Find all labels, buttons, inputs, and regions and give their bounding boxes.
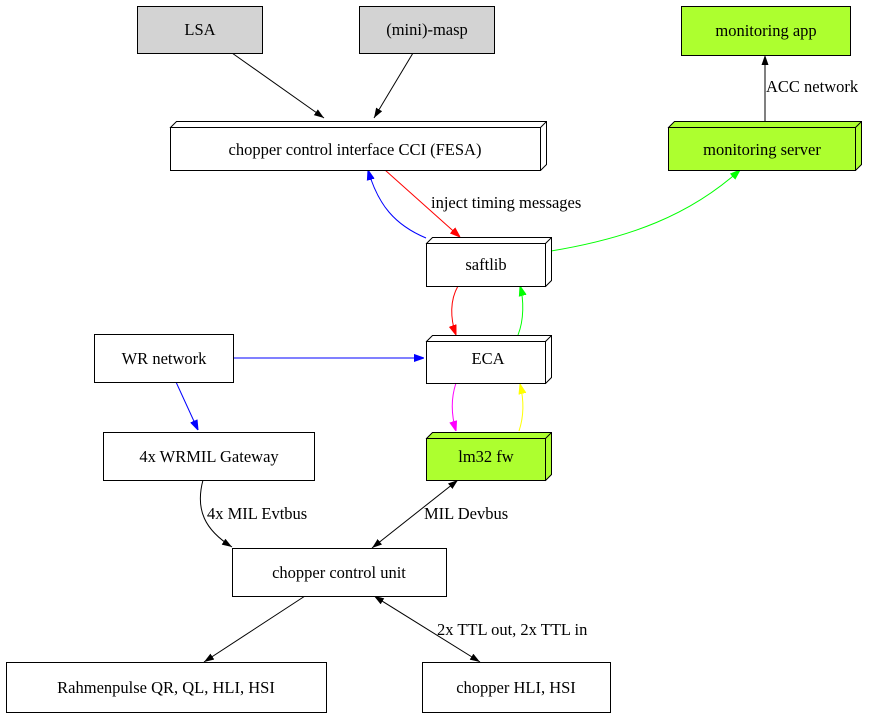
node-label: lm32 fw bbox=[458, 447, 514, 466]
edge-lm32-eca bbox=[519, 384, 523, 432]
node-monitoring-server: monitoring server bbox=[667, 121, 862, 172]
edge-ccu-rahmen bbox=[203, 595, 306, 663]
node-cci: chopper control interface CCI (FESA) bbox=[169, 121, 547, 172]
node-label: LSA bbox=[184, 20, 215, 39]
node-label: monitoring app bbox=[715, 21, 816, 40]
node-chopper-control-unit: chopper control unit bbox=[232, 548, 447, 597]
node-label: WR network bbox=[122, 349, 208, 368]
node-rahmenpulse: Rahmenpulse QR, QL, HLI, HSI bbox=[6, 662, 327, 713]
node-wrmil-gateway: 4x WRMIL Gateway bbox=[103, 432, 315, 481]
edge-wr-wrmil bbox=[175, 381, 198, 430]
edge-saftlib-eca bbox=[452, 285, 459, 335]
node-monitoring-app: monitoring app bbox=[681, 6, 851, 56]
node-label: monitoring server bbox=[703, 140, 821, 159]
node-lsa: LSA bbox=[137, 6, 263, 54]
label-inject-timing: inject timing messages bbox=[431, 193, 581, 212]
node-label: chopper HLI, HSI bbox=[456, 678, 576, 697]
label-mil-evtbus: 4x MIL Evtbus bbox=[207, 504, 307, 523]
node-label: Rahmenpulse QR, QL, HLI, HSI bbox=[57, 678, 275, 697]
node-eca: ECA bbox=[425, 335, 552, 385]
architecture-diagram: ACC network inject timing messages 4x MI… bbox=[6, 6, 862, 713]
node-label: saftlib bbox=[465, 255, 506, 274]
node-label: (mini)-masp bbox=[386, 20, 468, 39]
node-masp: (mini)-masp bbox=[359, 6, 495, 54]
node-wr-network: WR network bbox=[94, 334, 234, 383]
edge-masp-cci bbox=[373, 52, 414, 119]
node-lm32-fw: lm32 fw bbox=[425, 432, 552, 482]
edge-lsa-cci bbox=[231, 52, 325, 119]
label-ttl: 2x TTL out, 2x TTL in bbox=[437, 620, 587, 639]
node-saftlib: saftlib bbox=[425, 237, 552, 288]
label-acc-network: ACC network bbox=[766, 77, 859, 96]
label-mil-devbus: MIL Devbus bbox=[424, 504, 508, 523]
edge-eca-saftlib bbox=[517, 286, 523, 336]
edge-eca-lm32 bbox=[452, 382, 456, 431]
node-label: chopper control unit bbox=[272, 563, 406, 582]
node-label: 4x WRMIL Gateway bbox=[139, 447, 279, 466]
node-chopper-hli-hsi: chopper HLI, HSI bbox=[422, 662, 611, 713]
node-label: ECA bbox=[472, 349, 505, 368]
node-label: chopper control interface CCI (FESA) bbox=[229, 140, 482, 159]
